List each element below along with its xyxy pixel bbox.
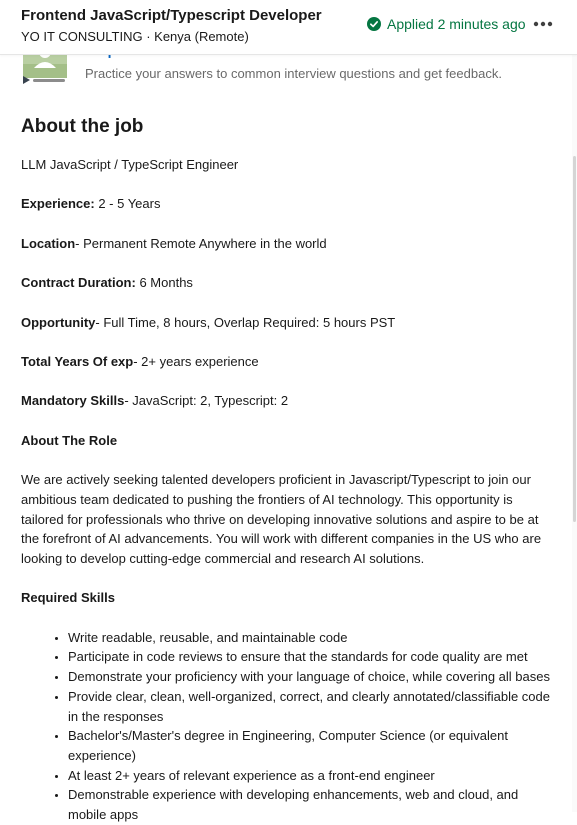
fact-label: Experience:	[21, 196, 95, 212]
fact-value: - 2+ years experience	[133, 353, 259, 369]
applied-status-text: Applied 2 minutes ago	[387, 16, 526, 32]
job-title[interactable]: Frontend JavaScript/Typescript Developer	[21, 7, 322, 24]
fact-opportunity: Opportunity- Full Time, 8 hours, Overlap…	[21, 313, 557, 333]
fact-mandatory-skills: Mandatory Skills- JavaScript: 2, Typescr…	[21, 391, 557, 411]
fact-location: Location- Permanent Remote Anywhere in t…	[21, 234, 557, 254]
list-item: Demonstrate your proficiency with your l…	[68, 667, 557, 687]
fact-value: 2 - 5 Years	[94, 196, 161, 212]
fact-value: - Permanent Remote Anywhere in the world	[75, 235, 327, 251]
list-item: At least 2+ years of relevant experience…	[68, 766, 557, 786]
fact-contract-duration: Contract Duration: 6 Months	[21, 273, 557, 293]
sticky-job-header: Frontend JavaScript/Typescript Developer…	[0, 0, 577, 55]
list-item: Provide clear, clean, well-organized, co…	[68, 687, 557, 726]
about-the-role-heading: About The Role	[21, 431, 557, 451]
section-heading: Required Skills	[21, 590, 115, 606]
company-location: YO IT CONSULTING · Kenya (Remote)	[21, 29, 249, 44]
fact-experience: Experience: 2 - 5 Years	[21, 194, 557, 214]
about-the-job-heading: About the job	[21, 116, 144, 137]
section-heading: About The Role	[21, 432, 118, 448]
fact-label: Contract Duration:	[21, 275, 136, 291]
ellipsis-icon	[533, 21, 553, 27]
fact-label: Mandatory Skills	[21, 393, 125, 409]
fact-label: Opportunity	[21, 314, 96, 330]
required-skills-heading: Required Skills	[21, 588, 557, 608]
fact-value: - JavaScript: 2, Typescript: 2	[124, 393, 289, 409]
fact-value: 6 Months	[135, 275, 193, 291]
prep-description: Practice your answers to common intervie…	[85, 66, 502, 81]
scrollbar-thumb[interactable]	[573, 156, 576, 522]
list-item: Write readable, reusable, and maintainab…	[68, 628, 557, 648]
role-paragraph: We are actively seeking talented develop…	[21, 472, 542, 566]
fact-total-experience: Total Years Of exp- 2+ years experience	[21, 352, 557, 372]
list-item: Participate in code reviews to ensure th…	[68, 647, 557, 667]
job-description: LLM JavaScript / TypeScript Engineer Exp…	[21, 155, 557, 825]
required-skills-list: Write readable, reusable, and maintainab…	[21, 628, 557, 825]
list-item: Bachelor's/Master's degree in Engineerin…	[68, 726, 557, 765]
applied-status: Applied 2 minutes ago	[367, 16, 526, 32]
fact-value: - Full Time, 8 hours, Overlap Required: …	[95, 314, 396, 330]
fact-label: Total Years Of exp	[21, 353, 134, 369]
job-intro: LLM JavaScript / TypeScript Engineer	[21, 157, 239, 172]
more-options-button[interactable]	[527, 10, 559, 38]
fact-label: Location	[21, 235, 76, 251]
check-circle-icon	[367, 17, 381, 31]
list-item: Demonstrable experience with developing …	[68, 785, 557, 824]
